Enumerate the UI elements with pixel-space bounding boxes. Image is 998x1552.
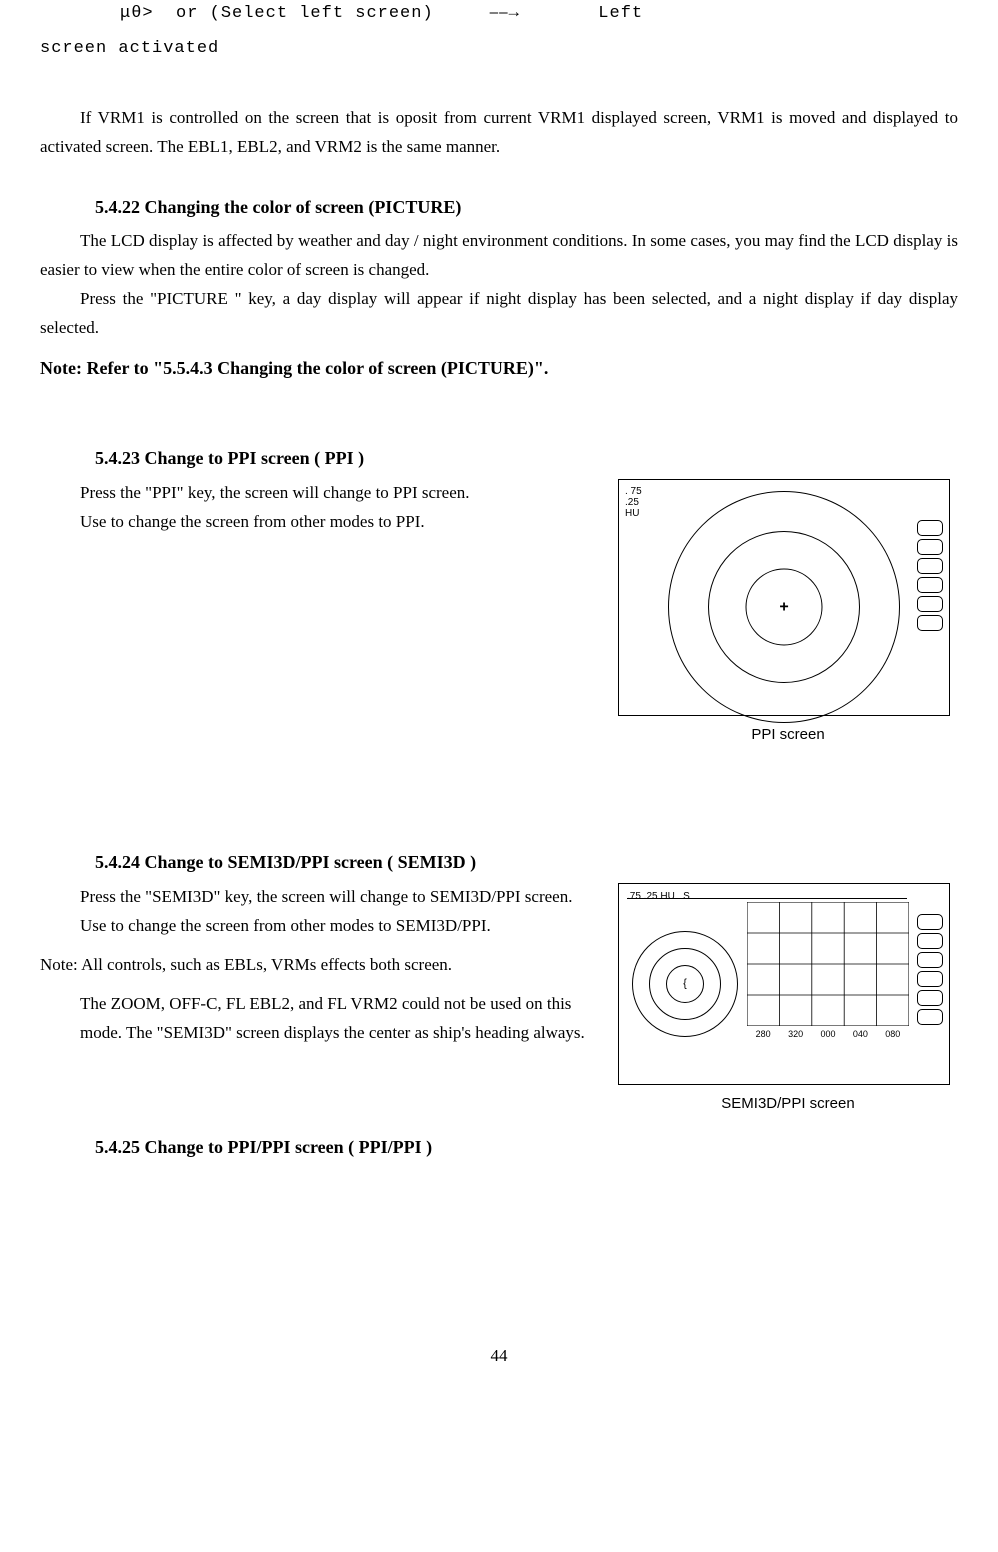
prompt-symbol: μθ>: [120, 4, 154, 23]
softkey: [917, 1009, 943, 1025]
semi3d-grid: [747, 902, 909, 1026]
figure-ppi-screen: . 75 .25 HU +: [618, 479, 950, 716]
caption-semi3d: SEMI3D/PPI screen: [618, 1091, 958, 1117]
softkey: [917, 914, 943, 930]
softkey: [917, 520, 943, 536]
softkey: [917, 558, 943, 574]
semi3d-center-mark: {: [683, 974, 687, 993]
paragraph-vrm: If VRM1 is controlled on the screen that…: [40, 104, 958, 162]
command-line: μθ> or (Select left screen) ⎯⎯→ Left: [120, 0, 958, 29]
note-5-4-22: Note: Refer to "5.5.4.3 Changing the col…: [40, 353, 958, 384]
p-5-4-22-1: The LCD display is affected by weather a…: [40, 227, 958, 285]
p-5-4-24-1: Press the "SEMI3D" key, the screen will …: [40, 883, 608, 912]
select-text: or (Select left screen): [176, 4, 434, 23]
note-5-4-24-line2: The ZOOM, OFF-C, FL EBL2, and FL VRM2 co…: [80, 990, 608, 1048]
softkey: [917, 971, 943, 987]
softkey-stack: [917, 520, 943, 631]
softkey-stack-2: [917, 914, 943, 1025]
caption-ppi: PPI screen: [618, 722, 958, 748]
softkey: [917, 539, 943, 555]
softkey: [917, 577, 943, 593]
softkey: [917, 933, 943, 949]
heading-5-4-22: 5.4.22 Changing the color of screen (PIC…: [95, 192, 958, 223]
figure-semi3d-screen: .75 .25 HU S {: [618, 883, 950, 1085]
note-5-4-24-line1: Note: All controls, such as EBLs, VRMs e…: [40, 951, 608, 980]
heading-5-4-24: 5.4.24 Change to SEMI3D/PPI screen ( SEM…: [95, 847, 958, 878]
p-5-4-23-2: Use to change the screen from other mode…: [40, 508, 608, 537]
softkey: [917, 596, 943, 612]
p-5-4-23-1: Press the "PPI" key, the screen will cha…: [40, 479, 608, 508]
arrow: ⎯⎯→: [490, 4, 520, 23]
ppi-center-cross: +: [779, 593, 788, 620]
heading-5-4-25: 5.4.25 Change to PPI/PPI screen ( PPI/PP…: [95, 1132, 958, 1163]
softkey: [917, 615, 943, 631]
semi3d-inner: { 280 320: [627, 900, 911, 1044]
p-5-4-24-2: Use to change the screen from other mode…: [40, 912, 608, 941]
heading-5-4-23: 5.4.23 Change to PPI screen ( PPI ): [95, 443, 958, 474]
page-number: 44: [40, 1342, 958, 1371]
command-line-2: screen activated: [40, 35, 958, 64]
softkey: [917, 990, 943, 1006]
semi3d-grid-labels: 280 320 000 040 080: [747, 1027, 909, 1042]
p-5-4-22-2: Press the "PICTURE " key, a day display …: [40, 285, 958, 343]
result-text: Left: [598, 4, 643, 23]
semi3d-divider: [627, 898, 907, 899]
softkey: [917, 952, 943, 968]
ppi-range-label: . 75 .25 HU: [625, 486, 642, 519]
